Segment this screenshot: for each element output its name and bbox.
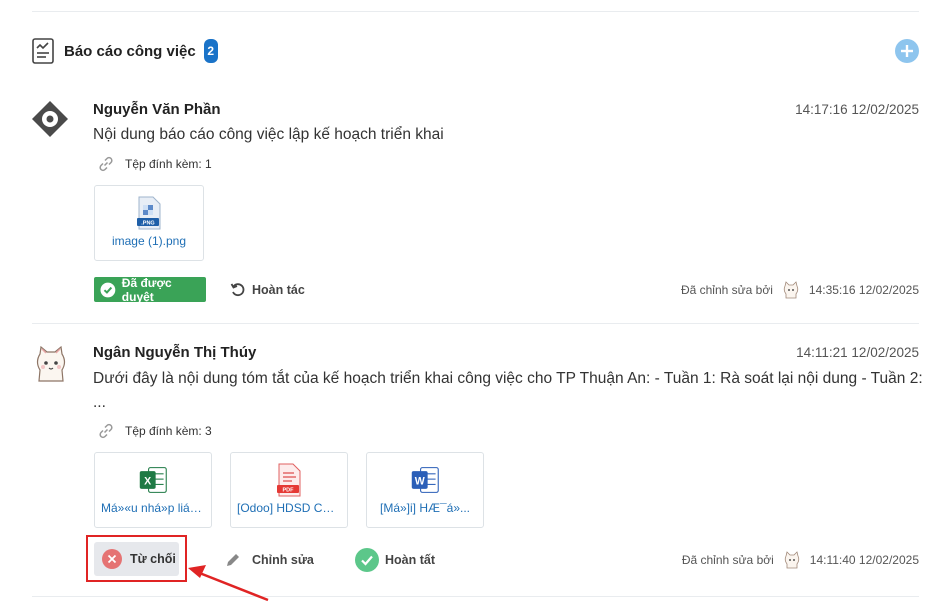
annotation-arrow	[188, 565, 269, 602]
